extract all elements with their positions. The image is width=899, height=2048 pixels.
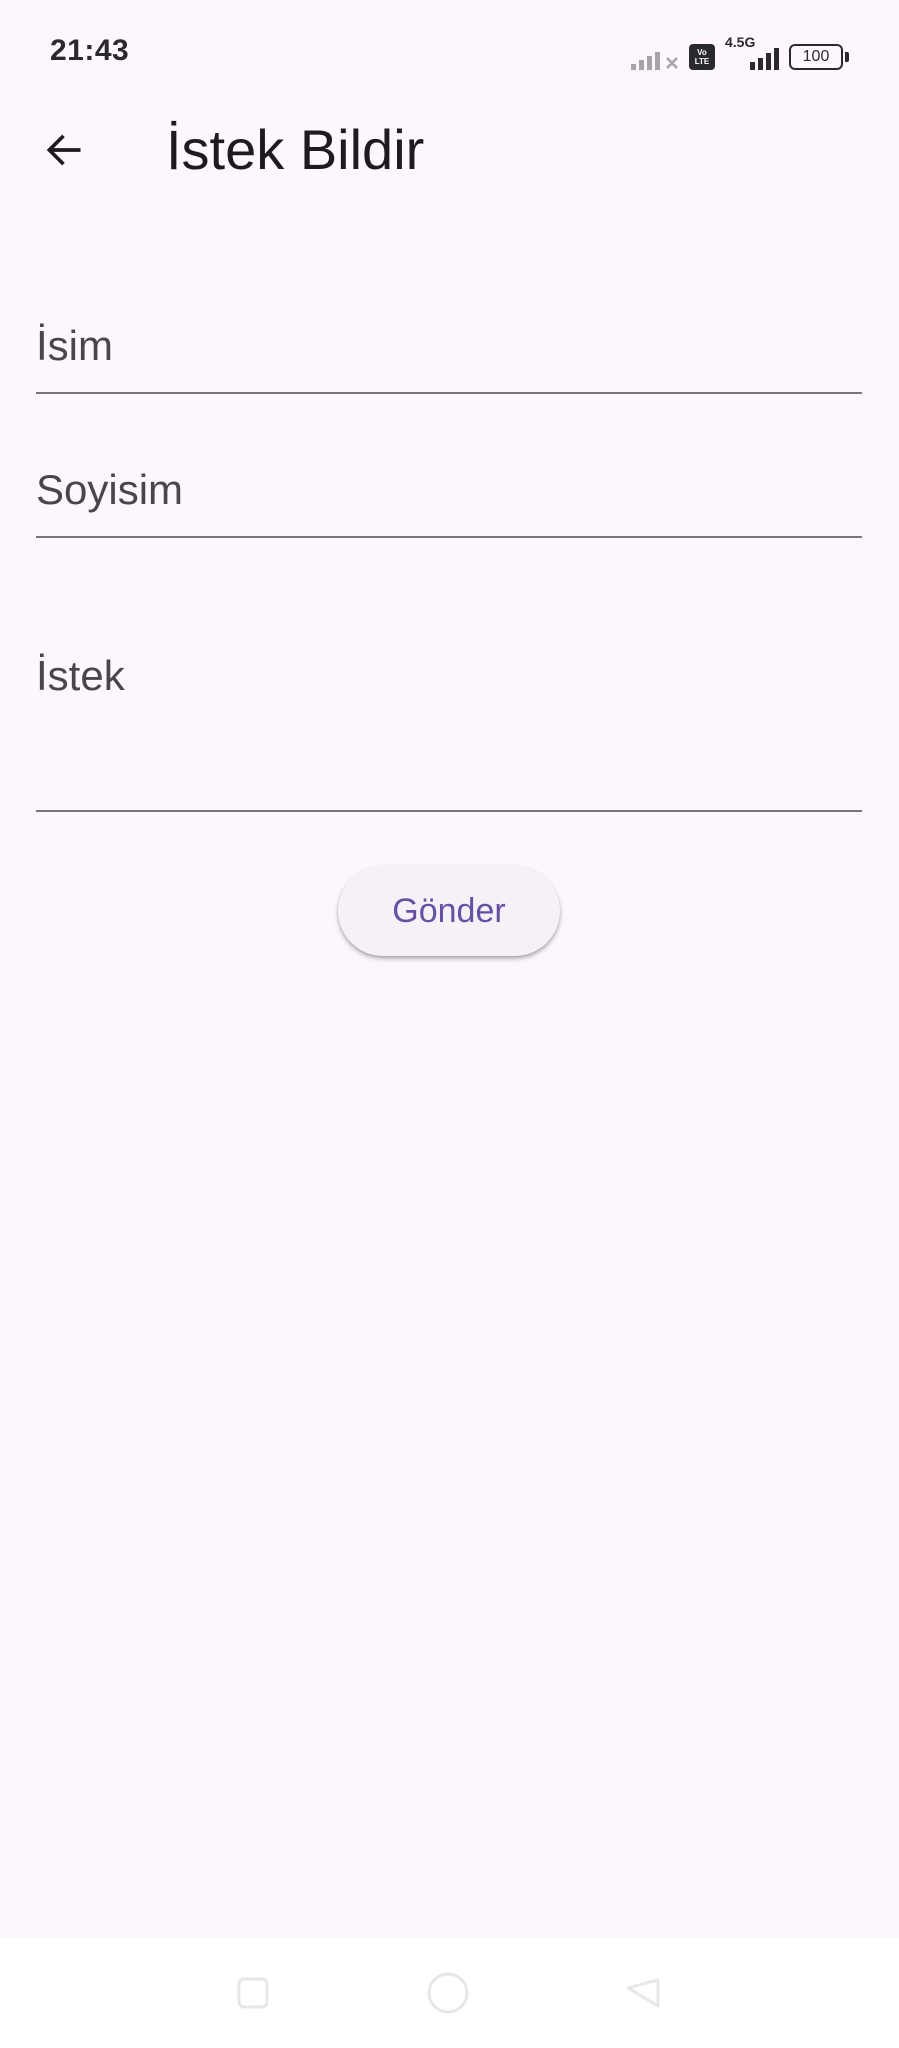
circle-home-icon [427,1972,469,2014]
battery-level: 100 [789,44,843,70]
page-title: İstek Bildir [166,118,425,181]
system-back-button[interactable] [618,1968,668,2018]
signal-off-icon [631,44,679,70]
name-field-container [36,280,862,394]
battery-icon: 100 [789,44,849,70]
battery-tip [845,52,849,62]
request-input[interactable] [36,620,862,810]
back-button[interactable] [34,120,94,180]
arrow-left-icon [46,134,81,166]
request-field-container [36,620,862,812]
status-icons: Vo LTE 4.5G 100 [631,34,849,70]
submit-button[interactable]: Gönder [338,866,560,956]
recent-apps-button[interactable] [228,1968,278,2018]
volte-bottom-label: LTE [694,57,710,66]
square-recent-icon [237,1977,269,2009]
status-bar: 21:43 Vo LTE 4.5G 100 [0,0,899,108]
volte-icon: Vo LTE [689,44,715,70]
app-bar: İstek Bildir [0,108,899,192]
status-time: 21:43 [50,34,130,67]
home-button[interactable] [423,1968,473,2018]
triangle-back-icon [626,1978,660,2008]
surname-field-container [36,420,862,538]
volte-top-label: Vo [697,48,707,57]
signal-icon: 4.5G [725,34,779,70]
name-input[interactable] [36,280,862,392]
surname-input[interactable] [36,420,862,536]
signal-strength-bars [750,44,779,70]
navigation-bar [0,1938,899,2048]
